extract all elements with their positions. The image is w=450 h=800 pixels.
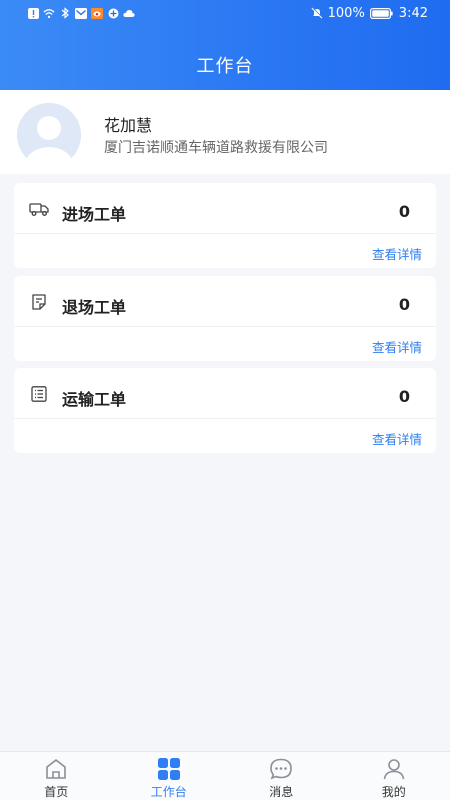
home-icon [44, 757, 68, 781]
battery-icon [370, 7, 394, 19]
alert-icon [27, 7, 39, 19]
tab-label: 消息 [269, 785, 294, 799]
card-count: 0 [398, 295, 410, 314]
status-left [27, 7, 135, 19]
tab-workbench[interactable]: 工作台 [113, 752, 226, 800]
card-count: 0 [398, 202, 410, 221]
profile-panel: 花加慧 厦门吉诺顺通车辆道路救援有限公司 [0, 90, 450, 174]
bluetooth-icon [59, 7, 71, 19]
clock: 3:42 [398, 5, 428, 21]
page-title: 工作台 [196, 56, 254, 77]
app-header: 100% 3:42 工作台 [0, 0, 450, 90]
app-notification-icon [107, 7, 119, 19]
cloud-icon [123, 7, 135, 19]
tab-label: 我的 [381, 785, 406, 799]
card-header: 退场工单 0 [14, 276, 436, 327]
entry-order-card[interactable]: 进场工单 0 查看详情 [14, 183, 436, 268]
status-bar: 100% 3:42 [0, 0, 450, 26]
tab-home[interactable]: 首页 [0, 752, 113, 800]
battery-percent: 100% [327, 5, 365, 21]
tab-label: 首页 [44, 785, 69, 799]
card-header: 进场工单 0 [14, 183, 436, 234]
user-icon [382, 757, 406, 781]
card-label: 进场工单 [62, 205, 127, 224]
user-name: 花加慧 [104, 116, 153, 135]
transport-order-card[interactable]: 运输工单 0 查看详情 [14, 368, 436, 453]
status-right: 100% 3:42 [311, 6, 428, 21]
bottom-tab-bar: 首页 工作台 消息 我的 [0, 751, 450, 800]
card-label: 运输工单 [62, 390, 127, 409]
view-details-link[interactable]: 查看详情 [372, 429, 422, 448]
tab-mine[interactable]: 我的 [338, 752, 450, 800]
card-header: 运输工单 0 [14, 368, 436, 419]
card-count: 0 [398, 387, 410, 406]
truck-icon [29, 201, 49, 217]
exit-order-card[interactable]: 退场工单 0 查看详情 [14, 276, 436, 361]
tab-messages[interactable]: 消息 [225, 752, 338, 800]
card-label: 退场工单 [62, 298, 127, 317]
user-avatar-icon [17, 103, 81, 167]
chat-icon [269, 757, 293, 781]
view-details-link[interactable]: 查看详情 [372, 337, 422, 356]
view-details-link[interactable]: 查看详情 [372, 244, 422, 263]
list-icon [29, 386, 49, 402]
note-icon [29, 294, 49, 310]
avatar[interactable] [17, 103, 81, 167]
mute-bell-icon [311, 7, 323, 19]
wifi-icon [43, 7, 55, 19]
company-name: 厦门吉诺顺通车辆道路救援有限公司 [104, 140, 328, 156]
tab-label: 工作台 [150, 785, 187, 799]
grid-icon [157, 757, 181, 781]
weibo-app-icon [91, 7, 103, 19]
mail-app-icon [75, 7, 87, 19]
